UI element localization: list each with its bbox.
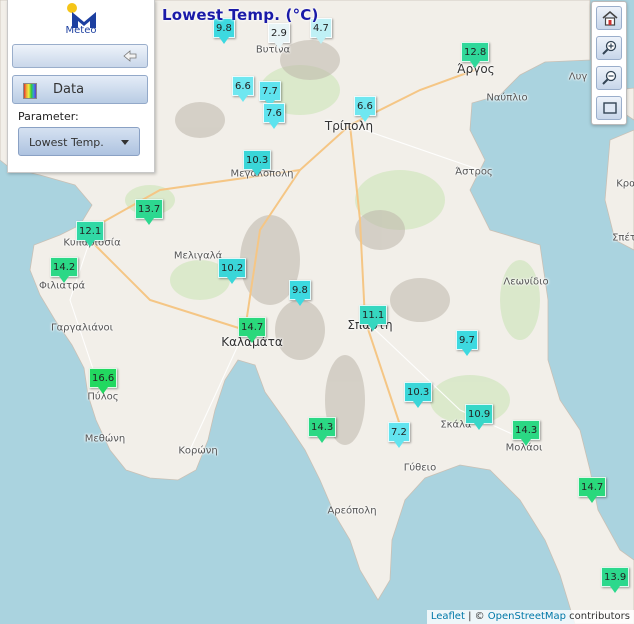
- fit-bounds-button[interactable]: [596, 96, 622, 120]
- parameter-label: Parameter:: [18, 110, 79, 123]
- station-marker[interactable]: 7.7: [259, 81, 281, 107]
- parameter-select-value: Lowest Temp.: [29, 136, 104, 149]
- place-label: Λεωνίδιο: [503, 276, 549, 288]
- station-marker[interactable]: 14.7: [238, 317, 267, 343]
- place-label: Αρεόπολη: [327, 505, 377, 517]
- station-marker[interactable]: 10.9: [465, 404, 494, 430]
- home-button[interactable]: [596, 6, 622, 30]
- logo-text: Meteo: [65, 25, 97, 36]
- zoom-controls: [591, 1, 627, 125]
- zoom-in-icon: [602, 40, 617, 55]
- station-marker[interactable]: 11.1: [359, 305, 388, 331]
- place-label: Γύθειο: [403, 462, 437, 474]
- attribution-separator: | ©: [464, 611, 488, 622]
- zoom-in-button[interactable]: [596, 36, 622, 60]
- station-marker[interactable]: 13.7: [135, 199, 164, 225]
- map-attribution: Leaflet | © OpenStreetMap contributors: [426, 610, 634, 624]
- place-label: Ναύπλιο: [486, 92, 528, 104]
- station-marker[interactable]: 14.3: [512, 420, 541, 446]
- station-marker[interactable]: 14.3: [308, 417, 337, 443]
- fit-bounds-icon: [603, 102, 617, 114]
- data-button-label: Data: [53, 82, 85, 97]
- station-marker[interactable]: 10.3: [243, 150, 272, 176]
- collapse-panel-button[interactable]: [12, 44, 148, 68]
- station-marker[interactable]: 16.6: [89, 368, 118, 394]
- control-panel: Meteo Data Parameter: Lowest Temp.: [7, 0, 155, 173]
- map-title: Lowest Temp. (°C): [162, 6, 319, 24]
- station-marker[interactable]: 2.9: [268, 23, 290, 49]
- chevron-down-icon: [121, 140, 129, 145]
- place-label: Μελιγαλά: [173, 250, 223, 262]
- station-marker[interactable]: 9.7: [456, 330, 478, 356]
- attribution-suffix: contributors: [566, 611, 630, 622]
- station-marker[interactable]: 7.2: [388, 422, 410, 448]
- station-marker[interactable]: 14.2: [50, 257, 79, 283]
- station-marker[interactable]: 7.6: [263, 103, 285, 129]
- place-label: Γαργαλιάνοι: [50, 322, 114, 334]
- place-label: Κορώνη: [178, 445, 218, 457]
- openstreetmap-link[interactable]: OpenStreetMap: [488, 611, 566, 622]
- place-label: Κρα: [616, 178, 634, 190]
- place-label: Μεθώνη: [84, 433, 126, 445]
- color-scale-icon: [23, 83, 37, 99]
- station-marker[interactable]: 10.2: [218, 258, 247, 284]
- place-label: Άστρος: [455, 166, 493, 178]
- station-marker[interactable]: 10.3: [404, 382, 433, 408]
- station-marker[interactable]: 12.1: [76, 221, 105, 247]
- zoom-out-icon: [602, 70, 617, 85]
- zoom-out-button[interactable]: [596, 66, 622, 90]
- station-marker[interactable]: 6.6: [232, 76, 254, 102]
- leaflet-link[interactable]: Leaflet: [431, 611, 465, 622]
- station-marker[interactable]: 13.9: [601, 567, 630, 593]
- arrow-left-icon: [123, 50, 137, 62]
- home-icon: [602, 11, 618, 26]
- station-marker[interactable]: 6.6: [354, 96, 376, 122]
- place-label: Σπέτ: [612, 232, 634, 244]
- place-label: Λυγ: [568, 71, 588, 83]
- data-button[interactable]: Data: [12, 75, 148, 104]
- station-marker[interactable]: 12.8: [461, 42, 490, 68]
- station-marker[interactable]: 9.8: [289, 280, 311, 306]
- station-marker[interactable]: 14.7: [578, 477, 607, 503]
- parameter-select[interactable]: Lowest Temp.: [18, 127, 140, 156]
